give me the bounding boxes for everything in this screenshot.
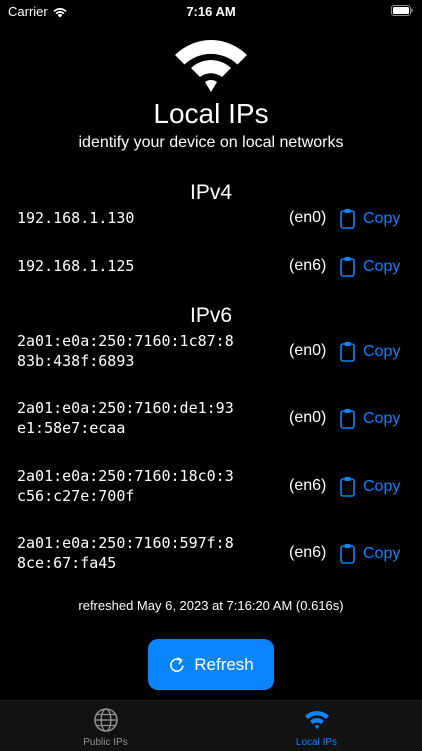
wifi-icon [175, 40, 247, 92]
refreshed-timestamp: refreshed May 6, 2023 at 7:16:20 AM (0.6… [78, 598, 344, 613]
status-bar: Carrier 7:16 AM [0, 0, 422, 24]
copy-button[interactable]: Copy [340, 341, 400, 362]
copy-label: Copy [363, 544, 401, 562]
interface-label: (en0) [289, 409, 327, 426]
interface-label: (en6) [289, 477, 327, 494]
clipboard-icon [340, 477, 355, 497]
wifi-icon [305, 711, 329, 730]
refresh-icon [170, 656, 184, 672]
interface-label: (en0) [289, 209, 327, 226]
ipv4-section-title: IPv4 [189, 181, 233, 204]
clipboard-icon [340, 342, 355, 362]
interface-label: (en6) [289, 257, 327, 274]
interface-label: (en0) [289, 342, 327, 359]
ip-address: 2a01:e0a:250:7160:597f:8 8ce:67:fa45 [17, 534, 234, 572]
refresh-label: Refresh [194, 654, 254, 674]
clipboard-icon [340, 409, 355, 429]
copy-label: Copy [363, 257, 401, 275]
clipboard-icon [340, 257, 355, 277]
refresh-button[interactable]: Refresh [148, 639, 274, 690]
clipboard-icon [340, 209, 355, 229]
page-subtitle: identify your device on local networks [78, 134, 344, 151]
copy-button[interactable]: Copy [340, 408, 400, 429]
clipboard-icon [340, 544, 355, 564]
tab-public-ips[interactable]: Public IPs [0, 701, 211, 751]
copy-label: Copy [363, 409, 401, 427]
tab-bar: Public IPs Local IPs [0, 700, 422, 751]
tab-local-ips[interactable]: Local IPs [211, 701, 422, 751]
copy-label: Copy [363, 477, 401, 495]
ipv6-section-title: IPv6 [189, 304, 233, 327]
copy-button[interactable]: Copy [340, 476, 400, 497]
copy-label: Copy [363, 209, 401, 227]
copy-button[interactable]: Copy [340, 208, 400, 229]
ip-address: 2a01:e0a:250:7160:18c0:3 c56:c27e:700f [17, 467, 234, 505]
copy-button[interactable]: Copy [340, 256, 400, 277]
ip-address: 2a01:e0a:250:7160:de1:93 e1:58e7:ecaa [17, 399, 234, 437]
copy-button[interactable]: Copy [340, 543, 400, 564]
tab-label: Local IPs [295, 737, 338, 748]
globe-icon [94, 708, 118, 732]
copy-label: Copy [363, 342, 401, 360]
battery-icon [391, 5, 413, 16]
ip-address: 192.168.1.125 [17, 257, 135, 275]
page-title: Local IPs [153, 98, 269, 129]
ip-address: 192.168.1.130 [17, 209, 135, 227]
ip-address: 2a01:e0a:250:7160:1c87:8 83b:438f:6893 [17, 332, 234, 370]
interface-label: (en6) [289, 544, 327, 561]
status-time: 7:16 AM [186, 4, 236, 19]
tab-label: Public IPs [83, 737, 128, 748]
